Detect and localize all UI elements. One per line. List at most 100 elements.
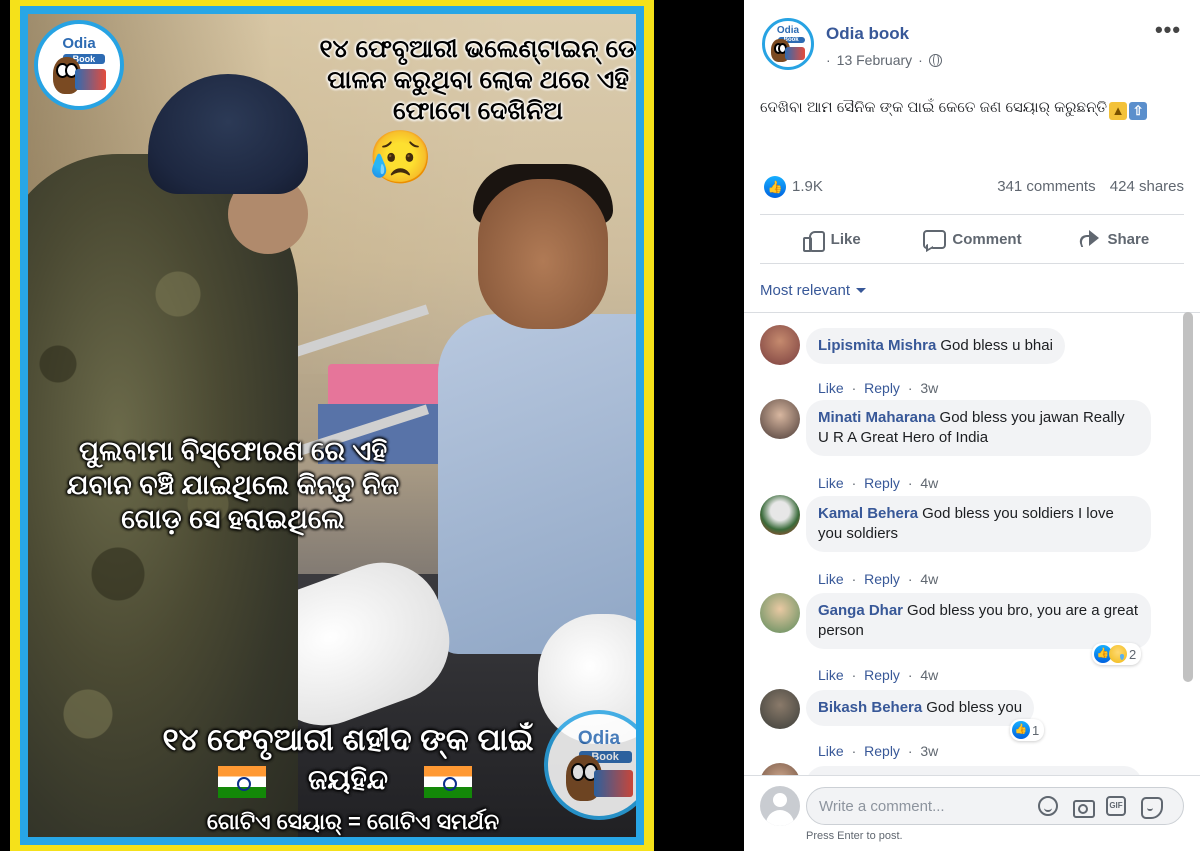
comments-count-link[interactable]: 341 comments xyxy=(997,178,1095,195)
up-arrow-icon: ⇧ xyxy=(1129,102,1148,120)
odia-book-logo: Odia Book xyxy=(34,20,124,110)
comment-like-link[interactable]: Like xyxy=(818,667,844,683)
comment-like-link[interactable]: Like xyxy=(818,571,844,587)
meta-dot: · xyxy=(907,667,913,683)
meta-separator: · xyxy=(918,52,923,68)
chevron-down-icon xyxy=(856,287,867,293)
comment-meta: Like · Reply · 4w xyxy=(818,667,938,683)
comment-meta: Like · Reply · 4w xyxy=(818,571,938,587)
post-text: ଦେଖିବା ଆମ ସୈନିକ ଙ୍କ ପାଇଁ କେତେ ଜଣ ସେୟାର୍ … xyxy=(760,98,1180,120)
soldier-head xyxy=(478,179,608,329)
logo-title: Odia xyxy=(577,728,621,750)
comment-bubble: Ganga Dhar God bless you bro, you are a g… xyxy=(806,593,1151,649)
poster-bottom-text-3: ଗୋଟିଏ ସେୟାର୍ = ଗୋଟିଏ ସମର୍ଥନ xyxy=(206,809,500,834)
comment-meta: Like · Reply · 3w xyxy=(818,743,938,759)
more-options-button[interactable]: ••• xyxy=(1150,19,1186,48)
poster-middle-text: ପୁଲବାମା ବିସ୍ଫୋରଣ ରେ ଏହି ଯବାନ ବଞ୍ଚି ଯାଇଥି… xyxy=(66,436,400,534)
thumbs-up-icon xyxy=(801,229,825,252)
comments-scrollbar[interactable] xyxy=(1183,312,1193,682)
comment-sort-dropdown[interactable]: Most relevant xyxy=(760,280,867,300)
reaction-count: 1 xyxy=(1032,722,1040,738)
post-meta: · 13 February · xyxy=(826,52,942,68)
comment-bubble: Kamal Behera God bless you soldiers I lov… xyxy=(806,496,1151,552)
comment-composer: GIF Press Enter to post. xyxy=(744,775,1200,851)
shares-count-link[interactable]: 424 shares xyxy=(1110,178,1184,195)
comment-reply-link[interactable]: Reply xyxy=(864,475,900,491)
commenter-avatar[interactable] xyxy=(760,495,800,535)
globe-icon[interactable] xyxy=(928,53,942,67)
composer-hint: Press Enter to post. xyxy=(806,830,903,842)
comment-time[interactable]: 3w xyxy=(920,380,938,396)
comment-share-counts: 341 comments 424 shares xyxy=(997,178,1184,195)
comment-reactions[interactable]: 👍 2 xyxy=(1092,643,1142,665)
camera-icon[interactable] xyxy=(1072,796,1095,818)
page-avatar[interactable]: Odia Book xyxy=(762,18,814,70)
share-icon xyxy=(1077,229,1100,249)
india-flag-icon xyxy=(424,766,472,798)
comment-meta: Like · Reply · 4w xyxy=(818,475,938,491)
emoji-icon[interactable] xyxy=(1038,796,1058,816)
comment-time[interactable]: 4w xyxy=(920,475,938,491)
soldier-body xyxy=(438,314,636,654)
page-name-link[interactable]: Odia book xyxy=(826,24,909,44)
like-reaction-icon[interactable]: 👍 xyxy=(764,176,786,198)
sad-emoji-icon: 😥 xyxy=(368,129,433,187)
gif-icon[interactable]: GIF xyxy=(1106,796,1126,816)
post-photo[interactable]: Odia Book ୧୪ ଫେବୃଆରୀ ଭଲେଣ୍ଟାଇନ୍ ଡେ ପାଳନ … xyxy=(0,0,744,851)
post-side-panel: Odia Book Odia book · 13 February · ••• … xyxy=(744,0,1200,851)
like-reaction-icon: 👍 xyxy=(1012,721,1030,739)
reactions-summary: 👍 1.9K 341 comments 424 shares xyxy=(760,174,1184,200)
commenter-avatar[interactable] xyxy=(760,325,800,365)
logo-title: Odia xyxy=(776,25,800,37)
comment-bubble: Lipismita Mishra God bless u bhai xyxy=(806,328,1065,364)
comment-author-link[interactable]: Minati Maharana xyxy=(818,409,936,426)
poster-bottom-text-1: ୧୪ ଫେବୃଆରୀ ଶହୀଦ ଙ୍କ ପାଇଁ xyxy=(162,722,534,757)
commenter-avatar[interactable] xyxy=(760,763,800,775)
share-button-label: Share xyxy=(1107,230,1150,248)
comments-list: Lipismita Mishra God bless u bhai Like · … xyxy=(744,313,1184,775)
poster-inner-frame: Odia Book ୧୪ ଫେବୃଆରୀ ଭଲେଣ୍ଟାଇନ୍ ଡେ ପାଳନ … xyxy=(20,6,644,845)
meta-dot: · xyxy=(907,743,913,759)
user-avatar xyxy=(760,786,800,826)
poster-top-text: ୧୪ ଫେବୃଆରୀ ଭଲେଣ୍ଟାଇନ୍ ଡେ ପାଳନ କରୁଥିବା ଲୋ… xyxy=(319,35,636,125)
book-icon xyxy=(785,46,806,61)
comment-time[interactable]: 4w xyxy=(920,571,938,587)
comment-like-link[interactable]: Like xyxy=(818,743,844,759)
comment-reply-link[interactable]: Reply xyxy=(864,571,900,587)
sticker-icon[interactable] xyxy=(1140,796,1163,819)
meta-dot: · xyxy=(851,475,857,491)
comment-reply-link[interactable]: Reply xyxy=(864,380,900,396)
meta-dot: · xyxy=(851,667,857,683)
meta-dot: · xyxy=(907,571,913,587)
comment-reply-link[interactable]: Reply xyxy=(864,667,900,683)
comment-like-link[interactable]: Like xyxy=(818,380,844,396)
comment-author-link[interactable]: Lipismita Mishra xyxy=(818,337,936,354)
book-icon xyxy=(74,69,107,91)
like-button[interactable]: Like xyxy=(760,215,901,263)
meta-dot: · xyxy=(851,380,857,396)
share-button[interactable]: Share xyxy=(1043,215,1184,263)
post-date[interactable]: 13 February xyxy=(837,52,912,68)
like-count[interactable]: 1.9K xyxy=(792,178,823,195)
comment-author-link[interactable]: Bikash Behera xyxy=(818,699,922,716)
commenter-avatar[interactable] xyxy=(760,399,800,439)
comment-time[interactable]: 3w xyxy=(920,743,938,759)
logo-title: Odia xyxy=(62,35,96,53)
thumbs-up-icon: ▲ xyxy=(1109,102,1128,120)
post-text-body: ଦେଖିବା ଆମ ସୈନିକ ଙ୍କ ପାଇଁ କେତେ ଜଣ ସେୟାର୍ … xyxy=(760,99,1108,116)
meta-dot: · xyxy=(907,475,913,491)
comment-author-link[interactable]: Kamal Behera xyxy=(818,505,918,522)
comment-like-link[interactable]: Like xyxy=(818,475,844,491)
meta-dot: · xyxy=(851,743,857,759)
comment-author-link[interactable]: Ganga Dhar xyxy=(818,602,903,619)
comment-time[interactable]: 4w xyxy=(920,667,938,683)
comment-button-label: Comment xyxy=(952,230,1022,248)
comment-bubble xyxy=(806,766,1142,775)
comment-bubble: Bikash Behera God bless you xyxy=(806,690,1035,726)
post-actions-bar: Like Comment Share xyxy=(760,214,1184,264)
commenter-avatar[interactable] xyxy=(760,593,800,633)
comment-button[interactable]: Comment xyxy=(901,215,1042,263)
comment-reply-link[interactable]: Reply xyxy=(864,743,900,759)
comment-reactions[interactable]: 👍 1 xyxy=(1010,719,1045,741)
commenter-avatar[interactable] xyxy=(760,689,800,729)
